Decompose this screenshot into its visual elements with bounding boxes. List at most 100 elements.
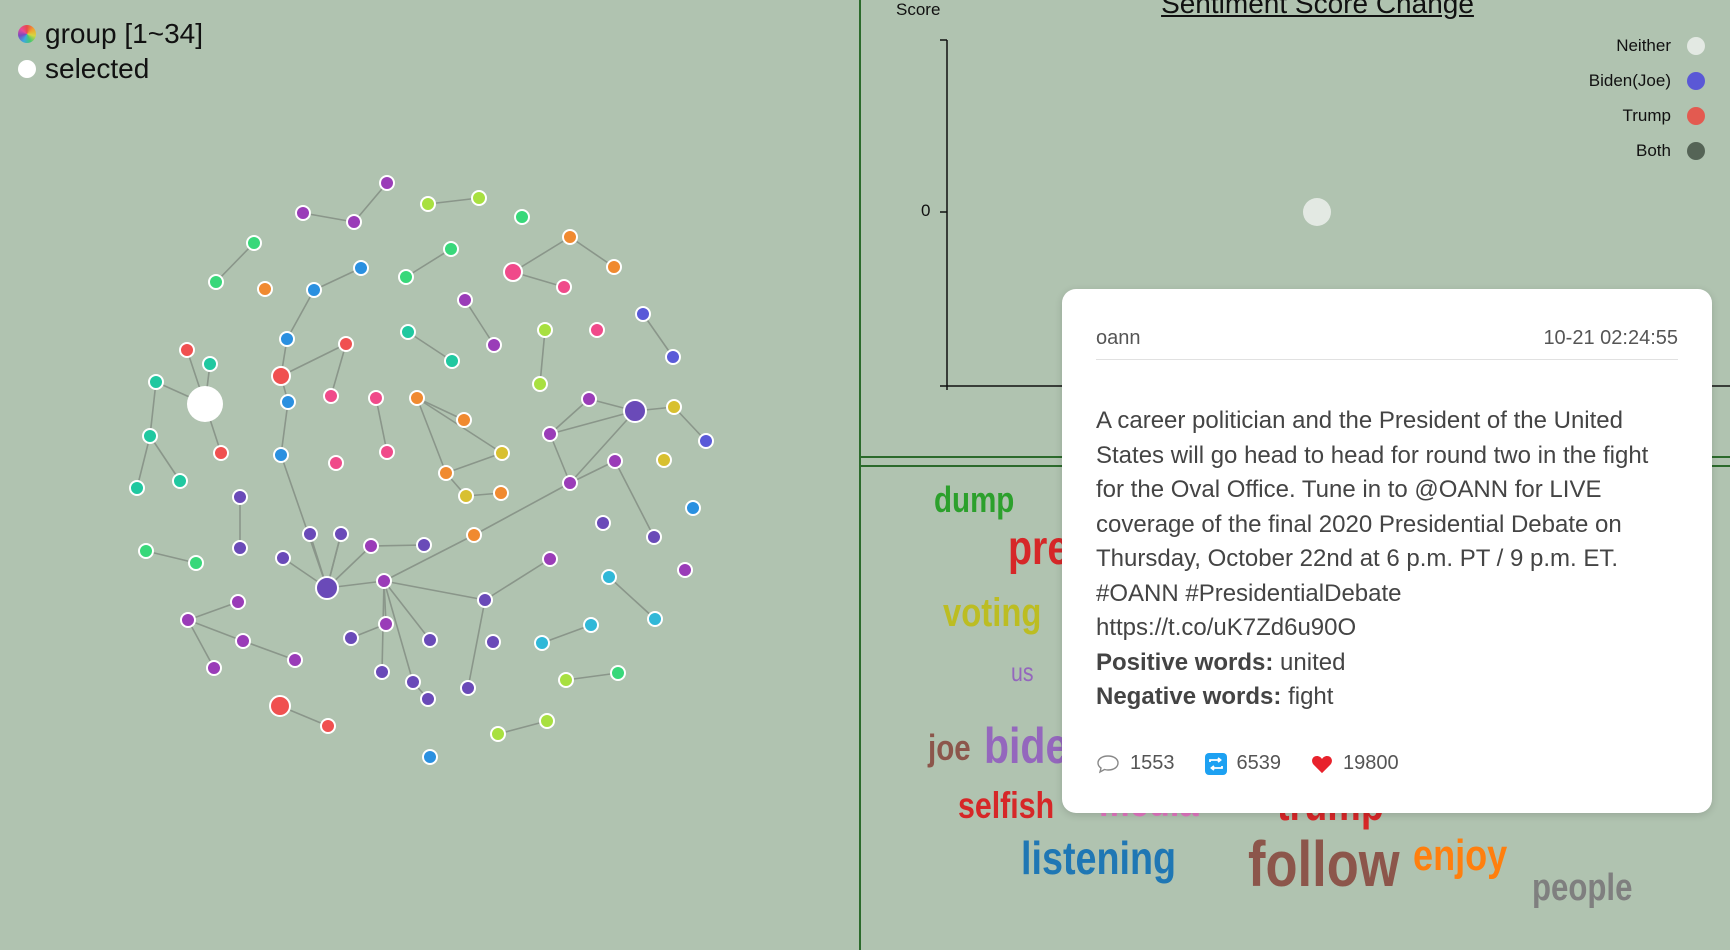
network-node[interactable] [458,488,474,504]
network-node[interactable] [232,489,248,505]
network-node[interactable] [353,260,369,276]
chart-legend-row[interactable]: Trump [1589,98,1705,133]
network-node[interactable] [148,374,164,390]
network-node[interactable] [409,390,425,406]
network-node[interactable] [271,366,291,386]
network-node[interactable] [606,259,622,275]
network-node[interactable] [494,445,510,461]
network-node[interactable] [558,672,574,688]
network-node[interactable] [323,388,339,404]
network-node[interactable] [343,630,359,646]
network-node[interactable] [601,569,617,585]
network-node[interactable] [188,555,204,571]
network-node[interactable] [346,214,362,230]
network-node[interactable] [581,391,597,407]
network-node[interactable] [610,665,626,681]
network-node[interactable] [490,726,506,742]
network-node[interactable] [646,529,662,545]
cloud-word[interactable]: people [1532,867,1632,910]
cloud-word[interactable]: dump [934,479,1014,521]
network-node[interactable] [138,543,154,559]
network-node[interactable] [503,262,523,282]
network-node[interactable] [685,500,701,516]
network-node[interactable] [416,537,432,553]
network-node[interactable] [647,611,663,627]
network-node[interactable] [376,573,392,589]
network-node[interactable] [420,691,436,707]
network-node[interactable] [269,695,291,717]
network-node[interactable] [422,749,438,765]
network-node[interactable] [422,632,438,648]
cloud-word[interactable]: selfish [958,785,1054,827]
cloud-word[interactable]: joe [928,727,971,769]
network-node[interactable] [398,269,414,285]
network-node[interactable] [379,175,395,191]
network-node[interactable] [537,322,553,338]
network-node[interactable] [295,205,311,221]
network-node[interactable] [443,241,459,257]
chart-legend-row[interactable]: Biden(Joe) [1589,63,1705,98]
cloud-word[interactable]: enjoy [1413,831,1507,881]
network-node[interactable] [656,452,672,468]
network-node[interactable] [438,465,454,481]
network-node[interactable] [333,526,349,542]
network-node[interactable] [665,349,681,365]
network-node[interactable] [623,399,647,423]
network-node[interactable] [542,426,558,442]
tweet-user[interactable]: oann [1096,327,1141,359]
network-node[interactable] [532,376,548,392]
network-node[interactable] [539,713,555,729]
network-node[interactable] [273,447,289,463]
cloud-word[interactable]: pre [1008,521,1069,576]
network-node[interactable] [471,190,487,206]
tweet-card[interactable]: oann 10-21 02:24:55 A career politician … [1062,289,1712,813]
network-node[interactable] [246,235,262,251]
network-node[interactable] [180,612,196,628]
network-node[interactable] [562,475,578,491]
cloud-word[interactable]: listening [1021,831,1176,885]
network-node[interactable] [466,527,482,543]
network-node[interactable] [213,445,229,461]
network-node[interactable] [320,718,336,734]
network-node[interactable] [172,473,188,489]
network-node[interactable] [562,229,578,245]
score-point-neither[interactable] [1303,198,1331,226]
network-node[interactable] [405,674,421,690]
network-node[interactable] [607,453,623,469]
network-node[interactable] [280,394,296,410]
network-node[interactable] [374,664,390,680]
network-node[interactable] [493,485,509,501]
network-node[interactable] [635,306,651,322]
network-graph[interactable] [0,0,859,950]
network-node[interactable] [257,281,273,297]
network-node[interactable] [666,399,682,415]
network-node[interactable] [208,274,224,290]
network-node[interactable] [275,550,291,566]
network-node[interactable] [368,390,384,406]
network-node[interactable] [589,322,605,338]
network-node[interactable] [595,515,611,531]
network-node[interactable] [232,540,248,556]
network-node[interactable] [444,353,460,369]
network-node[interactable] [583,617,599,633]
network-node[interactable] [378,616,394,632]
network-node[interactable] [142,428,158,444]
network-node[interactable] [279,331,295,347]
network-node[interactable] [179,342,195,358]
network-node[interactable] [306,282,322,298]
network-node[interactable] [420,196,436,212]
network-node[interactable] [534,635,550,651]
network-node[interactable] [315,576,339,600]
network-node[interactable] [514,209,530,225]
network-node[interactable] [486,337,502,353]
chart-legend-row[interactable]: Both [1589,133,1705,168]
network-node[interactable] [542,551,558,567]
tweet-link[interactable]: https://t.co/uK7Zd6u90O [1096,611,1678,646]
selected-node[interactable] [187,386,223,422]
network-node[interactable] [698,433,714,449]
network-node[interactable] [202,356,218,372]
cloud-word[interactable]: voting [943,591,1041,636]
network-node[interactable] [287,652,303,668]
network-node[interactable] [338,336,354,352]
network-node[interactable] [456,412,472,428]
